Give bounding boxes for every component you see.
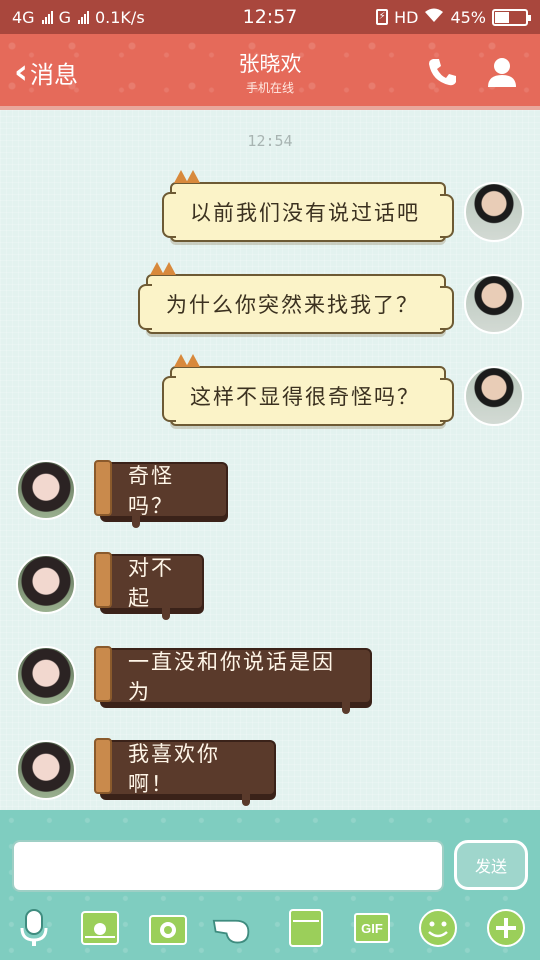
message-text: 这样不显得很奇怪吗？ [190,385,420,409]
chocolate-drip [342,702,350,714]
message-timestamp: 12:54 [247,132,293,150]
gif-icon[interactable]: GIF [352,908,392,948]
hd-label: HD [394,7,419,27]
chocolate-drip [242,794,250,806]
message-text: 一直没和你说话是因为 [128,650,335,704]
send-button[interactable]: 发送 [454,840,528,890]
cat-ears-icon [174,354,206,370]
contact-avatar[interactable] [16,554,76,614]
outgoing-message[interactable]: 这样不显得很奇怪吗？ [162,354,454,426]
signal-icon [41,10,53,24]
charging-icon: ⚡ [376,9,389,25]
profile-icon[interactable] [484,54,520,90]
status-left: 4G G 0.1K/s [12,8,145,27]
contact-avatar[interactable] [16,646,76,706]
chat-header: ‹ 消息 张晓欢 手机在线 [0,34,540,110]
battery-icon [492,8,531,26]
message-text: 奇怪吗？ [128,464,174,518]
message-input[interactable] [12,840,444,892]
wifi-icon [424,7,444,27]
emoji-icon[interactable] [418,908,458,948]
signal-icon-2 [77,10,89,24]
camera-icon[interactable] [148,908,188,948]
message-text: 我喜欢你啊！ [128,742,220,796]
incoming-message[interactable]: 对不起 [94,552,204,620]
status-right: ⚡ HD 45% [376,7,531,27]
file-icon[interactable] [286,908,326,948]
outgoing-message[interactable]: 以前我们没有说过话吧 [162,170,454,242]
whistle-icon[interactable] [212,908,252,948]
cat-ears-icon [174,170,206,186]
network-g-label: G [58,7,71,27]
incoming-message[interactable]: 奇怪吗？ [94,460,228,528]
my-avatar[interactable] [464,182,524,242]
my-avatar[interactable] [464,366,524,426]
phone-icon[interactable] [424,54,460,90]
chat-area[interactable]: 12:54 以前我们没有说过话吧 为什么你突然来找我了？ 这样不显得很奇怪吗？ … [0,110,540,810]
outgoing-message[interactable]: 为什么你突然来找我了？ [138,262,454,334]
network-speed: 0.1K/s [94,7,145,27]
gif-label: GIF [354,913,390,943]
status-time: 12:57 [242,6,298,28]
incoming-message[interactable]: 一直没和你说话是因为 [94,646,372,714]
message-text: 对不起 [128,556,174,610]
cat-ears-icon [150,262,182,278]
chocolate-drip [162,608,170,620]
plus-icon[interactable] [486,908,526,948]
message-text: 为什么你突然来找我了？ [166,293,419,317]
chocolate-drip [132,516,140,528]
network-4g-label: 4G [12,7,35,27]
input-bar: 发送 GIF [0,810,540,960]
image-icon[interactable] [80,908,120,948]
contact-avatar[interactable] [16,460,76,520]
battery-fill [495,11,509,23]
microphone-icon[interactable] [14,908,54,948]
status-bar: 4G G 0.1K/s 12:57 ⚡ HD 45% [0,0,540,34]
battery-percent: 45% [450,7,486,27]
message-text: 以前我们没有说过话吧 [190,201,420,225]
my-avatar[interactable] [464,274,524,334]
incoming-message[interactable]: 我喜欢你啊！ [94,738,276,806]
contact-avatar[interactable] [16,740,76,800]
